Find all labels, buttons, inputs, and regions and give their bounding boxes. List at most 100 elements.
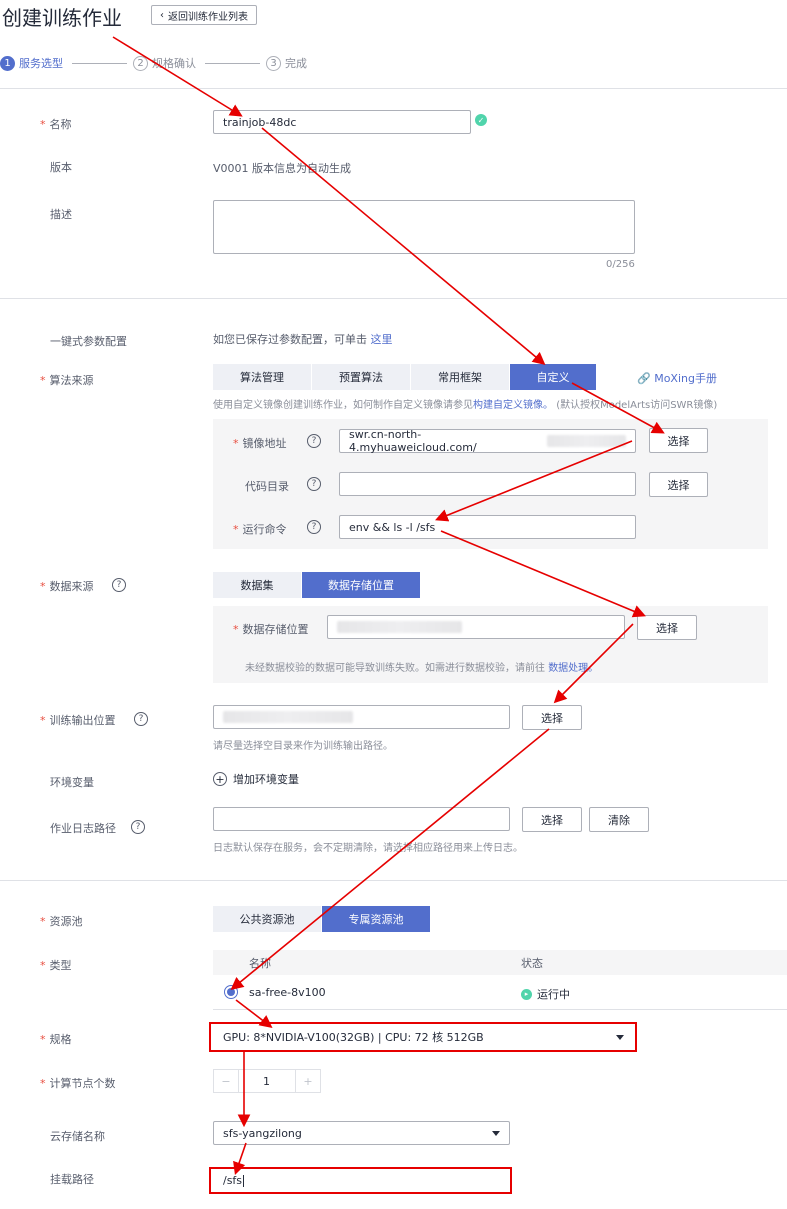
spec-select[interactable]: GPU: 8*NVIDIA-V100(32GB) | CPU: 72 核 512… [213,1025,634,1049]
data-hint: 未经数据校验的数据可能导致训练失败。如需进行数据校验，请前往 数据处理。 [245,663,599,674]
log-select-button[interactable]: 选择 [522,807,582,832]
log-path-label: 作业日志路径 [50,822,116,835]
help-icon[interactable]: ? [131,820,145,834]
mount-path-input[interactable]: /sfs [213,1169,509,1192]
moxing-manual-link[interactable]: 🔗 MoXing手册 [637,370,717,386]
algo-source-label: * 算法来源 [40,374,94,387]
resource-pool-tabs: 公共资源池 专属资源池 [213,906,431,932]
step-2-number: 2 [133,55,148,71]
data-storage-label: * 数据存储位置 [233,623,309,636]
decrement-button[interactable]: − [213,1069,239,1093]
page-title: 创建训练作业 [2,6,122,30]
data-source-label: * 数据来源 [40,580,94,593]
code-dir-input[interactable] [339,472,636,496]
chevron-left-icon: ‹ [160,9,164,21]
link-icon: 🔗 [637,372,651,385]
storage-select[interactable]: sfs-yangzilong [213,1121,510,1145]
column-name: 名称 [249,956,271,970]
version-label: 版本 [50,161,72,174]
nodes-label: * 计算节点个数 [40,1077,116,1090]
resource-pool-label: * 资源池 [40,915,83,928]
oneclick-link[interactable]: 这里 [371,333,393,346]
pool-status: ▸ 运行中 [521,986,570,1002]
step-1: 1 服务选型 [0,55,63,71]
tab-algo-management[interactable]: 算法管理 [213,364,312,390]
version-value: V0001 版本信息为自动生成 [213,162,352,175]
tab-dedicated-pool[interactable]: 专属资源池 [322,906,431,932]
code-dir-select-button[interactable]: 选择 [649,472,708,497]
tab-custom[interactable]: 自定义 [510,364,597,390]
help-icon[interactable]: ? [307,434,321,448]
data-storage-select-button[interactable]: 选择 [637,615,697,640]
tab-data-storage[interactable]: 数据存储位置 [302,572,421,598]
redacted-text [223,711,353,723]
nodes-input[interactable]: 1 [239,1069,295,1093]
step-connector [205,63,260,64]
description-textarea[interactable] [213,200,635,254]
oneclick-text: 如您已保存过参数配置，可单击 这里 [213,333,393,346]
pool-name: sa-free-8v100 [249,986,326,999]
help-icon[interactable]: ? [112,578,126,592]
text-cursor [243,1174,245,1187]
step-2-label: 规格确认 [152,57,196,70]
image-url-label: * 镜像地址 [233,437,287,450]
step-3-label: 完成 [285,57,307,70]
custom-image-link[interactable]: 构建自定义镜像。 [473,400,553,411]
env-vars-label: 环境变量 [50,776,94,789]
tab-common-framework[interactable]: 常用框架 [411,364,510,390]
description-counter: 0/256 [606,259,635,270]
check-icon: ✓ [475,114,487,126]
log-path-input[interactable] [213,807,510,831]
chevron-down-icon [616,1034,624,1040]
data-process-link[interactable]: 数据处理。 [548,663,598,674]
step-2: 2 规格确认 [133,55,196,71]
output-path-input[interactable] [213,705,510,729]
step-1-number: 1 [0,55,15,71]
step-3: 3 完成 [266,55,307,71]
tab-preset-algo[interactable]: 预置算法 [312,364,411,390]
image-url-input[interactable]: swr.cn-north-4.myhuaweicloud.com/ [339,428,636,454]
spec-label: * 规格 [40,1033,72,1046]
tab-dataset[interactable]: 数据集 [213,572,302,598]
type-table-header: 名称 状态 [213,950,787,975]
mount-path-label: 挂载路径 [50,1173,94,1186]
help-icon[interactable]: ? [134,712,148,726]
redacted-text [547,435,626,447]
column-status: 状态 [521,956,543,970]
step-1-label: 服务选型 [19,57,63,70]
divider [0,880,787,881]
add-env-var-button[interactable]: + 增加环境变量 [213,771,299,787]
run-command-input[interactable]: env && ls -l /sfs [339,515,636,539]
step-3-number: 3 [266,55,281,71]
step-connector [72,63,127,64]
output-select-button[interactable]: 选择 [522,705,582,730]
type-label: * 类型 [40,959,72,972]
redacted-text [337,621,462,633]
log-hint: 日志默认保存在服务，会不定期清除，请选择相应路径用来上传日志。 [213,843,523,854]
help-icon[interactable]: ? [307,520,321,534]
code-dir-label: 代码目录 [245,480,289,493]
divider [0,88,787,89]
data-storage-input[interactable] [327,615,625,639]
chevron-down-icon [492,1130,500,1136]
tab-public-pool[interactable]: 公共资源池 [213,906,322,932]
arrow [112,36,243,117]
name-label: * 名称 [40,118,72,131]
divider [0,298,787,299]
back-label: 返回训练作业列表 [168,11,248,23]
increment-button[interactable]: + [295,1069,321,1093]
pool-radio[interactable] [224,985,238,999]
oneclick-label: 一键式参数配置 [50,335,127,348]
output-hint: 请尽量选择空目录来作为训练输出路径。 [213,741,393,752]
run-command-label: * 运行命令 [233,523,287,536]
algo-hint: 使用自定义镜像创建训练作业，如何制作自定义镜像请参见构建自定义镜像。 (默认授权… [213,400,718,411]
running-status-icon: ▸ [521,988,532,1000]
nodes-stepper: − 1 + [213,1069,321,1093]
image-select-button[interactable]: 选择 [649,428,708,453]
algo-source-tabs: 算法管理 预置算法 常用框架 自定义 [213,364,597,390]
log-clear-button[interactable]: 清除 [589,807,649,832]
output-path-label: * 训练输出位置 [40,714,116,727]
back-to-list-button[interactable]: ‹ 返回训练作业列表 [151,5,257,25]
name-input[interactable]: trainjob-48dc [213,110,471,134]
help-icon[interactable]: ? [307,477,321,491]
